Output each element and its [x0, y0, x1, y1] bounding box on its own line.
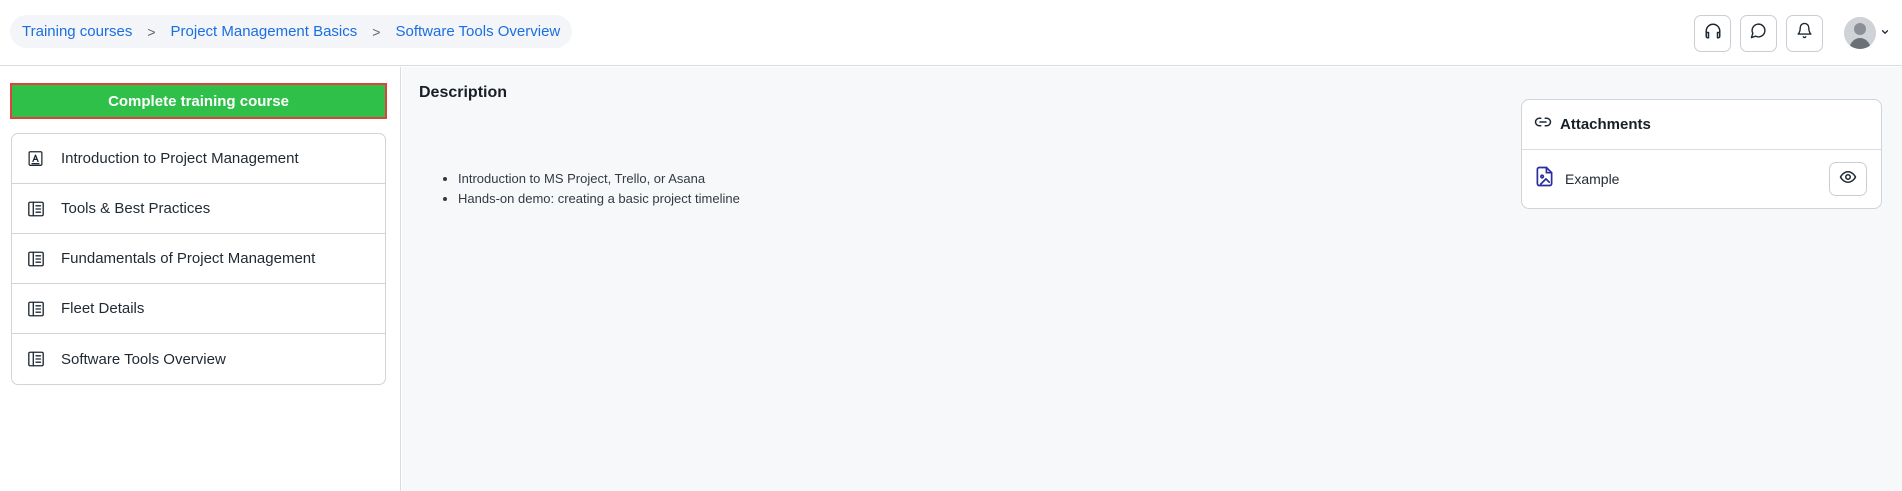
lesson-item-introduction[interactable]: Introduction to Project Management — [12, 134, 385, 184]
breadcrumb-separator: > — [372, 23, 381, 40]
attachment-name: Example — [1565, 171, 1620, 187]
lesson-list: Introduction to Project Management Tools… — [11, 133, 386, 385]
attachment-item[interactable]: Example — [1522, 150, 1881, 208]
breadcrumb: Training courses > Project Management Ba… — [10, 15, 573, 48]
lesson-label: Software Tools Overview — [61, 350, 226, 368]
lesson-label: Fleet Details — [61, 300, 145, 317]
attachments-title: Attachments — [1560, 116, 1651, 133]
description-item: Hands-on demo: creating a basic project … — [458, 189, 740, 209]
lesson-item-software-tools-overview[interactable]: Software Tools Overview — [12, 334, 385, 384]
description-title: Description — [419, 84, 508, 101]
course-sidebar: Complete training course Introduction to… — [0, 67, 401, 491]
lesson-label: Tools & Best Practices — [61, 200, 211, 217]
image-file-icon — [1535, 166, 1554, 192]
lesson-item-fleet-details[interactable]: Fleet Details — [12, 284, 385, 334]
attachments-header: Attachments — [1522, 100, 1881, 150]
chat-button[interactable] — [1740, 14, 1777, 52]
breadcrumb-project-management-basics[interactable]: Project Management Basics — [171, 23, 358, 40]
eye-icon — [1839, 168, 1857, 191]
document-icon — [26, 199, 45, 218]
view-attachment-button[interactable] — [1829, 162, 1867, 196]
breadcrumb-software-tools-overview[interactable]: Software Tools Overview — [395, 23, 560, 40]
header-actions — [1694, 14, 1890, 52]
user-menu[interactable] — [1844, 17, 1890, 49]
lesson-content: Description Introduction to MS Project, … — [402, 67, 1902, 491]
notifications-button[interactable] — [1786, 14, 1823, 52]
attachments-card: Attachments Example — [1521, 99, 1882, 209]
letter-a-icon — [26, 149, 45, 168]
description-list: Introduction to MS Project, Trello, or A… — [458, 169, 740, 209]
lesson-item-fundamentals[interactable]: Fundamentals of Project Management — [12, 234, 385, 284]
headset-icon — [1704, 22, 1722, 45]
link-icon — [1534, 113, 1552, 136]
document-icon — [26, 299, 45, 318]
chevron-down-icon — [1880, 24, 1890, 42]
breadcrumb-separator: > — [147, 23, 156, 40]
description-item: Introduction to MS Project, Trello, or A… — [458, 169, 740, 189]
document-icon — [26, 350, 45, 369]
chat-icon — [1750, 22, 1767, 44]
lesson-item-tools-best-practices[interactable]: Tools & Best Practices — [12, 184, 385, 234]
bell-icon — [1796, 22, 1813, 44]
lesson-label: Introduction to Project Management — [61, 150, 299, 167]
support-button[interactable] — [1694, 14, 1731, 52]
avatar — [1844, 17, 1876, 49]
document-icon — [26, 249, 45, 268]
complete-training-course-button[interactable]: Complete training course — [10, 83, 387, 119]
top-bar: Training courses > Project Management Ba… — [0, 0, 1902, 66]
lesson-label: Fundamentals of Project Management — [61, 250, 316, 267]
breadcrumb-training-courses[interactable]: Training courses — [22, 23, 132, 40]
